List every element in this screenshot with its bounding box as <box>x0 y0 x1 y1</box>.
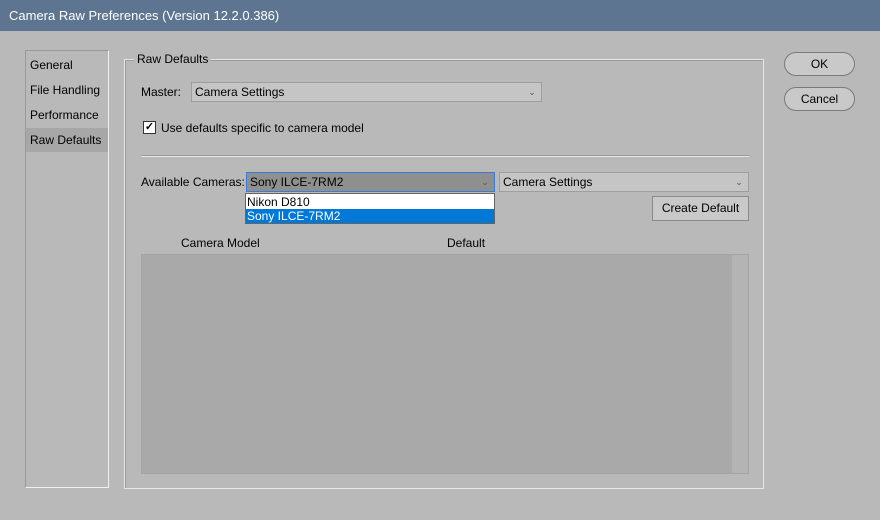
column-header-default: Default <box>447 236 486 250</box>
use-defaults-label: Use defaults specific to camera model <box>161 121 364 135</box>
chevron-down-icon: ⌄ <box>481 177 489 187</box>
check-icon: ✓ <box>144 121 155 133</box>
separator <box>141 155 749 157</box>
sidebar-item-performance[interactable]: Performance <box>26 103 108 127</box>
available-cameras-label: Available Cameras: <box>141 175 245 189</box>
dropdown-option-sony-ilce-7rm2[interactable]: Sony ILCE-7RM2 <box>246 209 494 223</box>
list-scrollbar[interactable] <box>732 255 748 473</box>
available-cameras-value: Sony ILCE-7RM2 <box>250 175 344 189</box>
master-select[interactable]: Camera Settings ⌄ <box>191 82 542 102</box>
sidebar-item-raw-defaults[interactable]: Raw Defaults <box>26 128 108 152</box>
column-header-camera-model: Camera Model <box>181 236 260 250</box>
dropdown-option-nikon-d810[interactable]: Nikon D810 <box>246 195 494 209</box>
chevron-down-icon: ⌄ <box>735 177 743 187</box>
use-defaults-checkbox[interactable]: ✓ <box>143 121 156 134</box>
cancel-button[interactable]: Cancel <box>784 87 855 111</box>
master-select-value: Camera Settings <box>195 85 285 99</box>
camera-setting-select[interactable]: Camera Settings ⌄ <box>499 172 749 192</box>
master-label: Master: <box>141 85 182 99</box>
camera-setting-value: Camera Settings <box>503 175 593 189</box>
group-title: Raw Defaults <box>134 52 212 66</box>
sidebar-item-file-handling[interactable]: File Handling <box>26 78 108 102</box>
window-title: Camera Raw Preferences (Version 12.2.0.3… <box>0 0 880 31</box>
available-cameras-dropdown: Nikon D810 Sony ILCE-7RM2 <box>245 193 495 224</box>
ok-button[interactable]: OK <box>784 52 855 76</box>
create-default-button[interactable]: Create Default <box>652 196 749 221</box>
camera-defaults-list[interactable] <box>141 254 749 474</box>
sidebar-item-general[interactable]: General <box>26 53 108 77</box>
sidebar: General File Handling Performance Raw De… <box>25 50 109 488</box>
available-cameras-select[interactable]: Sony ILCE-7RM2 ⌄ <box>246 172 495 192</box>
chevron-down-icon: ⌄ <box>528 87 536 97</box>
